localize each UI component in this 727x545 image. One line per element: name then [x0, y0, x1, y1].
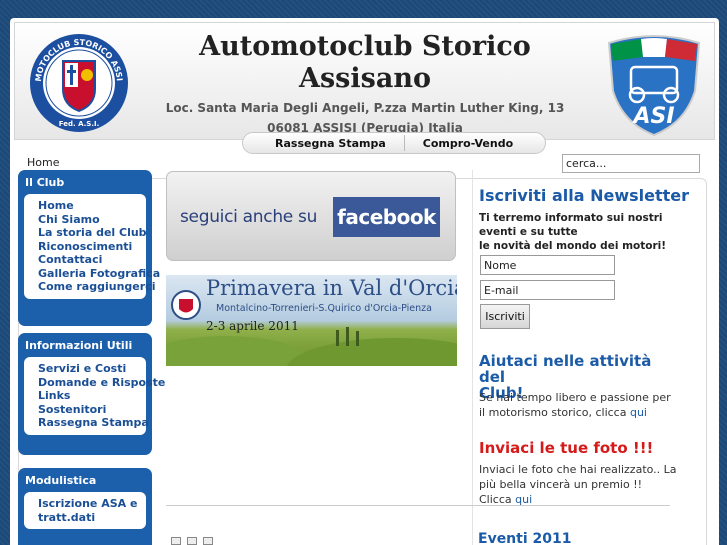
event-banner-date: 2-3 aprile 2011: [206, 319, 299, 333]
newsletter-name-field[interactable]: [480, 255, 615, 275]
facebook-logo: facebook: [333, 197, 440, 237]
newsletter-email-field[interactable]: [480, 280, 615, 300]
site-header: AUTOMOTOCLUB STORICO ASSISANO Fed. A.S.I…: [14, 22, 715, 140]
help-link[interactable]: qui: [630, 406, 647, 419]
print-icon[interactable]: [187, 537, 197, 545]
asi-logo-text: ASI: [631, 104, 674, 129]
newsletter-desc-line1: Ti terremo informato sui nostri: [479, 212, 663, 224]
site-title-line2: Assisano: [299, 63, 431, 94]
menu-item-links[interactable]: Links: [38, 389, 146, 403]
help-text: Se hai tempo libero e passione per il mo…: [479, 390, 679, 420]
address-line1: Loc. Santa Maria Degli Angeli, P.zza Mar…: [165, 101, 565, 115]
event-banner[interactable]: Primavera in Val d'Orcia Montalcino-Torr…: [166, 275, 457, 366]
menu-item-iscrizione[interactable]: Iscrizione ASA e: [38, 497, 146, 511]
photos-text-click: Clicca: [479, 493, 516, 506]
module-il-club: Il Club Home Chi Siamo La storia del Clu…: [18, 170, 160, 326]
email-icon[interactable]: [203, 537, 213, 545]
topnav-compro-vendo[interactable]: Compro-Vendo: [405, 137, 531, 150]
facebook-banner-text: seguici anche su: [180, 207, 318, 227]
newsletter-desc-line3: le novità del mondo dei motori!: [479, 240, 667, 252]
event-banner-title: Primavera in Val d'Orcia: [206, 276, 457, 300]
photos-text: Inviaci le foto che hai realizzato.. La …: [479, 462, 679, 507]
menu-item-sostenitori[interactable]: Sostenitori: [38, 403, 146, 417]
menu-item-come-raggiungerci[interactable]: Come raggiungerci: [38, 280, 155, 294]
events-title: Eventi 2011: [478, 531, 572, 545]
newsletter-description: Ti terremo informato sui nostri eventi e…: [479, 211, 679, 253]
newsletter-title: Iscriviti alla Newsletter: [479, 186, 690, 205]
topnav-rassegna-stampa[interactable]: Rassegna Stampa: [257, 137, 404, 150]
module-menu: Iscrizione ASA e tratt.dati: [24, 492, 146, 529]
facebook-banner[interactable]: seguici anche su facebook: [166, 171, 456, 261]
module-title: Il Club: [25, 176, 65, 189]
search-input[interactable]: [562, 154, 700, 173]
menu-item-home[interactable]: Home: [38, 199, 146, 213]
site-title: Automotoclub Storico Assisano: [165, 31, 565, 95]
menu-item-servizi[interactable]: Servizi e Costi: [38, 362, 146, 376]
logo-bottom-text: Fed. A.S.I.: [59, 120, 100, 128]
column-divider: [472, 170, 473, 545]
module-menu: Home Chi Siamo La storia del Club Ricono…: [24, 194, 160, 299]
menu-item-storia[interactable]: La storia del Club: [38, 226, 147, 240]
event-banner-subtitle: Montalcino-Torrenieri-S.Quirico d'Orcia-…: [216, 303, 432, 314]
article-icons: [171, 537, 213, 545]
photos-text-body: Inviaci le foto che hai realizzato.. La …: [479, 463, 677, 491]
module-modulistica: Modulistica Iscrizione ASA e tratt.dati: [18, 468, 152, 545]
menu-item-tratt-dati[interactable]: tratt.dati: [38, 511, 146, 525]
menu-item-faq[interactable]: Domande e Risposte: [38, 376, 165, 390]
top-navigation: Rassegna Stampa Compro-Vendo: [242, 132, 547, 154]
newsletter-subscribe-button[interactable]: Iscriviti: [480, 304, 530, 329]
menu-item-contattaci[interactable]: Contattaci: [38, 253, 146, 267]
photos-title: Inviaci le tue foto !!!: [479, 439, 654, 457]
module-title: Informazioni Utili: [25, 339, 133, 352]
help-title-line1: Aiutaci nelle attività del: [479, 352, 652, 386]
club-logo[interactable]: AUTOMOTOCLUB STORICO ASSISANO Fed. A.S.I…: [26, 26, 129, 133]
menu-item-galleria[interactable]: Galleria Fotografica: [38, 267, 160, 281]
breadcrumb[interactable]: Home: [27, 156, 59, 169]
pdf-icon[interactable]: [171, 537, 181, 545]
asi-logo[interactable]: ASI: [605, 35, 703, 137]
site-title-line1: Automotoclub Storico: [199, 31, 531, 62]
menu-item-riconoscimenti[interactable]: Riconoscimenti: [38, 240, 146, 254]
newsletter-desc-line2: eventi e su tutte: [479, 226, 578, 238]
photos-link[interactable]: qui: [515, 493, 532, 506]
module-menu: Servizi e Costi Domande e Risposte Links…: [24, 357, 165, 435]
menu-item-rassegna-stampa[interactable]: Rassegna Stampa: [38, 416, 149, 430]
module-title: Modulistica: [25, 474, 97, 487]
menu-item-chi-siamo[interactable]: Chi Siamo: [38, 213, 146, 227]
module-informazioni-utili: Informazioni Utili Servizi e Costi Doman…: [18, 333, 165, 455]
